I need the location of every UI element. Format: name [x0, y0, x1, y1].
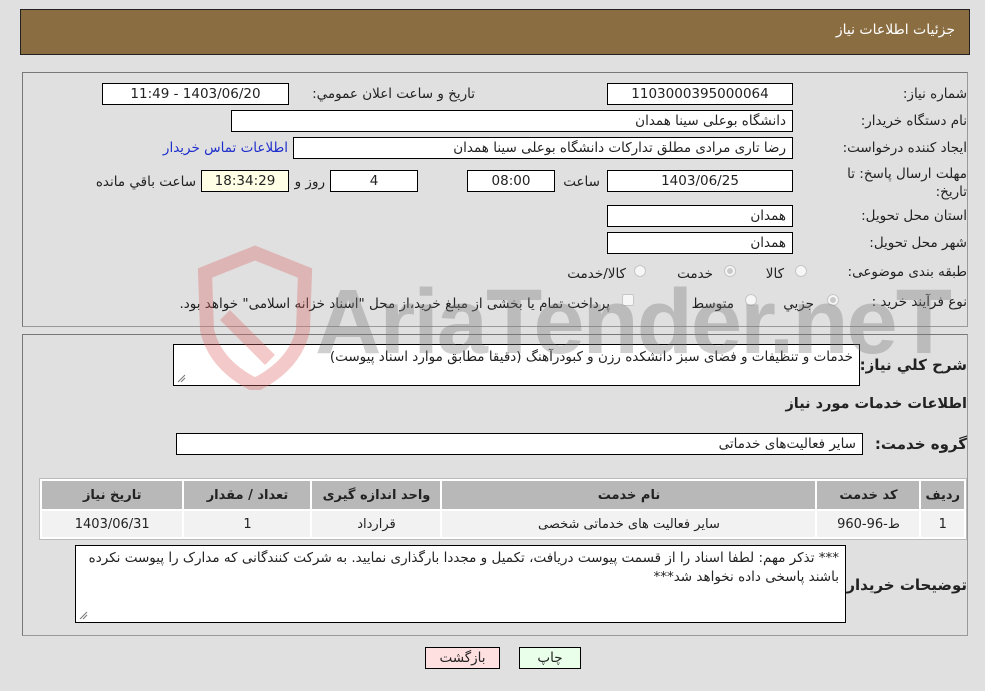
- service-group-label: گروه خدمت:: [874, 435, 967, 453]
- summary-label: شرح کلي نیاز:: [859, 356, 967, 374]
- deadline-label: مهلت ارسال پاسخ: تا تاریخ:: [827, 165, 967, 201]
- table-header-row: ردیف کد خدمت نام خدمت واحد اندازه گیری ت…: [42, 481, 964, 509]
- cell-row-number: 1: [921, 511, 964, 537]
- col-quantity: تعداد / مقدار: [184, 481, 311, 509]
- page-title: جزئیات اطلاعات نیاز: [835, 22, 955, 38]
- creator-field[interactable]: رضا تاری مرادی مطلق تدارکات دانشگاه بوعل…: [293, 137, 793, 159]
- category-radio-goods-service[interactable]: [634, 265, 646, 277]
- process-radio-medium[interactable]: [745, 294, 757, 306]
- process-option-minor: جزيي: [783, 296, 814, 312]
- summary-text: خدمات و تنظیفات و فضای سبز دانشکده رزن و…: [329, 349, 853, 365]
- announce-datetime-field[interactable]: 1403/06/20 - 11:49: [102, 83, 289, 105]
- cell-unit: قرارداد: [312, 511, 441, 537]
- cell-need-date: 1403/06/31: [42, 511, 183, 537]
- treasury-checkbox[interactable]: [622, 294, 634, 306]
- print-button[interactable]: چاپ: [519, 647, 581, 669]
- buyer-org-field[interactable]: دانشگاه بوعلی سینا همدان: [231, 110, 793, 132]
- category-radio-goods[interactable]: [795, 265, 807, 277]
- need-number-label: شماره نیاز:: [902, 86, 967, 102]
- category-option-service: خدمت: [677, 266, 713, 282]
- services-table: ردیف کد خدمت نام خدمت واحد اندازه گیری ت…: [39, 478, 967, 540]
- creator-label: ایجاد کننده درخواست:: [842, 140, 967, 156]
- buyer-notes-label: توضیحات خریدار:: [840, 576, 967, 594]
- category-radio-service[interactable]: [724, 265, 736, 277]
- city-label: شهر محل تحویل:: [869, 235, 967, 251]
- cell-service-name: سایر فعالیت های خدماتی شخصی: [442, 511, 816, 537]
- deadline-time-label: ساعت: [563, 174, 600, 190]
- announce-label: تاریخ و ساعت اعلان عمومي:: [312, 86, 475, 102]
- buyer-org-label: نام دستگاه خریدار:: [860, 113, 967, 129]
- buyer-notes-text: *** تذکر مهم: لطفا اسناد را از قسمت پیوس…: [88, 550, 839, 585]
- resize-grip-icon[interactable]: [176, 373, 186, 383]
- page-header: [20, 9, 970, 55]
- province-field[interactable]: همدان: [607, 205, 793, 227]
- summary-textarea[interactable]: خدمات و تنظیفات و فضای سبز دانشکده رزن و…: [173, 344, 860, 386]
- resize-grip-icon[interactable]: [78, 610, 88, 620]
- process-radio-minor[interactable]: [827, 294, 839, 306]
- col-service-code: کد خدمت: [817, 481, 920, 509]
- col-need-date: تاریخ نیاز: [42, 481, 183, 509]
- process-option-medium: متوسط: [691, 296, 734, 312]
- deadline-date-field[interactable]: 1403/06/25: [607, 170, 793, 192]
- remaining-time-field: 18:34:29: [201, 170, 289, 192]
- col-unit: واحد اندازه گیری: [312, 481, 441, 509]
- col-service-name: نام خدمت: [442, 481, 816, 509]
- deadline-time-field[interactable]: 08:00: [467, 170, 555, 192]
- days-field[interactable]: 4: [330, 170, 418, 192]
- buyer-notes-textarea[interactable]: *** تذکر مهم: لطفا اسناد را از قسمت پیوس…: [75, 545, 846, 623]
- deadline-label-text: مهلت ارسال پاسخ: تا تاریخ:: [847, 166, 967, 200]
- city-field[interactable]: همدان: [607, 232, 793, 254]
- buyer-contact-link[interactable]: اطلاعات تماس خریدار: [163, 140, 288, 156]
- services-section-title: اطلاعات خدمات مورد نیاز: [785, 396, 967, 412]
- category-label: طبقه بندی موضوعی:: [847, 264, 967, 280]
- category-option-goods-service: کالا/خدمت: [567, 266, 626, 282]
- category-option-goods: کالا: [765, 266, 784, 282]
- cell-quantity: 1: [184, 511, 311, 537]
- back-button[interactable]: بازگشت: [425, 647, 500, 669]
- remaining-label: ساعت باقي مانده: [95, 174, 196, 190]
- cell-service-code: ط-96-960: [817, 511, 920, 537]
- service-group-field[interactable]: سایر فعالیت‌های خدماتی: [176, 433, 863, 455]
- province-label: استان محل تحویل:: [861, 208, 967, 224]
- table-row: 1 ط-96-960 سایر فعالیت های خدماتی شخصی ق…: [42, 511, 964, 537]
- treasury-note: پرداخت تمام یا بخشی از مبلغ خرید،از محل …: [179, 296, 610, 312]
- col-row-number: ردیف: [921, 481, 964, 509]
- process-label: نوع فرآیند خرید :: [871, 294, 967, 310]
- days-label: روز و: [294, 174, 325, 190]
- need-number-field[interactable]: 1103000395000064: [607, 83, 793, 105]
